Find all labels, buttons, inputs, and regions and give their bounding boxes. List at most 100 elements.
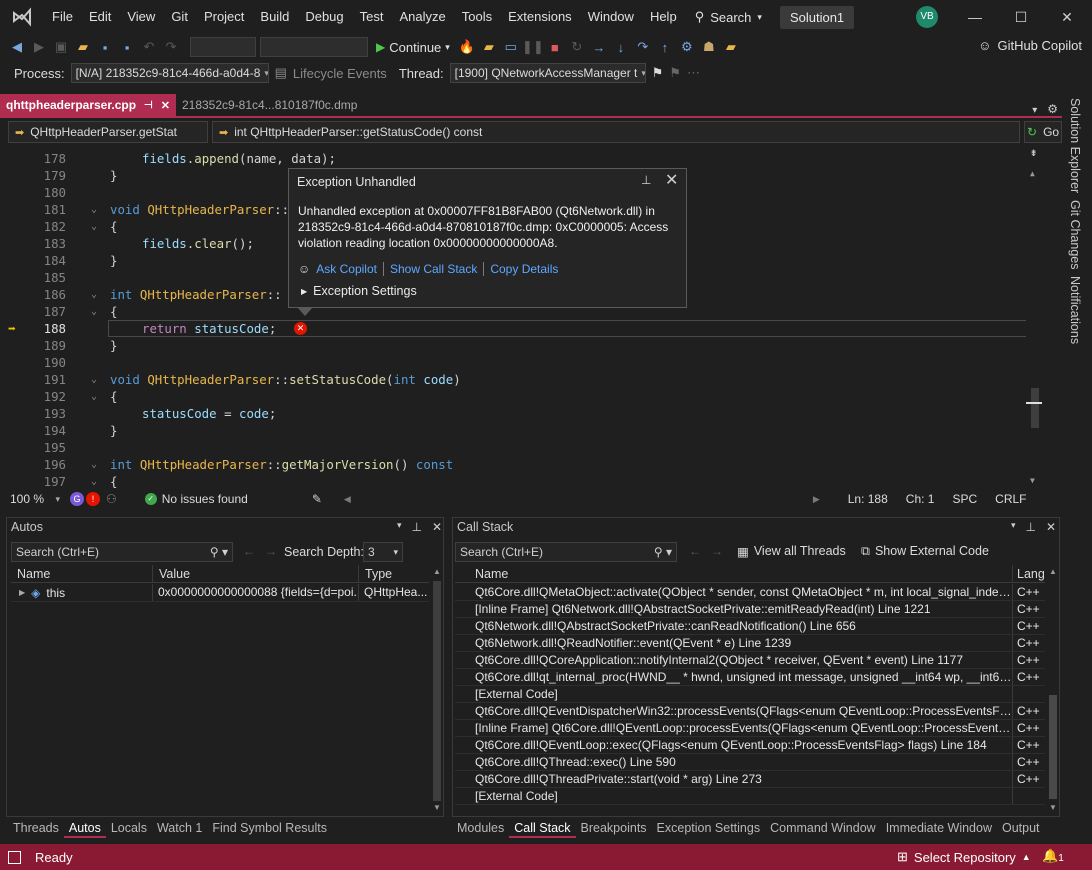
column-header-name[interactable]: Name [11, 565, 153, 582]
table-row[interactable]: Qt6Core.dll!qt_internal_proc(HWND__ * hw… [455, 669, 1045, 686]
tab-modules[interactable]: Modules [452, 818, 509, 838]
scroll-down-icon[interactable]: ▼ [1030, 476, 1035, 485]
minimize-button[interactable]: — [952, 0, 998, 34]
side-tab-solution-explorer[interactable]: Solution Explorer [1068, 98, 1082, 193]
configuration-combo[interactable] [190, 37, 256, 57]
table-row[interactable]: Qt6Core.dll!QMetaObject::activate(QObjec… [455, 584, 1045, 601]
tab-autos[interactable]: Autos [63, 818, 106, 838]
tab-immediate-window[interactable]: Immediate Window [881, 818, 997, 838]
step-out-icon[interactable]: ↑ [656, 38, 674, 56]
folder-icon[interactable]: ▰ [480, 38, 498, 56]
notifications-button[interactable]: 🔔 1 [1042, 848, 1064, 864]
split-icon[interactable]: ⇟ [1030, 145, 1037, 159]
show-next-statement-icon[interactable]: → [590, 38, 608, 56]
table-row[interactable]: ▶ ◈ this 0x0000000000000088 {fields={d=p… [11, 584, 429, 602]
fold-chevron-icon[interactable]: ⌄ [91, 221, 97, 232]
table-row[interactable]: [Inline Frame] Qt6Core.dll!QEventLoop::p… [455, 720, 1045, 737]
zoom-combo[interactable]: 100 % ▾ [6, 489, 64, 509]
member-combo[interactable]: ➡ int QHttpHeaderParser::getStatusCode()… [212, 121, 1020, 143]
flag-icon[interactable]: ⚑ [652, 65, 664, 81]
column-indicator[interactable]: Ch: 1 [906, 492, 935, 506]
tab-output[interactable]: Output [997, 818, 1045, 838]
gear-icon[interactable]: ⚙ [1047, 102, 1058, 116]
table-row[interactable]: Qt6Core.dll!QThread::exec() Line 590 C++ [455, 754, 1045, 771]
menu-analyze[interactable]: Analyze [391, 0, 453, 34]
code-cleanup-icon[interactable]: ✎ [312, 492, 322, 506]
fold-chevron-icon[interactable]: ⌄ [91, 289, 97, 300]
menu-debug[interactable]: Debug [297, 0, 351, 34]
menu-file[interactable]: File [44, 0, 81, 34]
save-all-icon[interactable]: ▪ [118, 38, 136, 56]
table-row[interactable]: Qt6Core.dll!QCoreApplication::notifyInte… [455, 652, 1045, 669]
github-copilot-button[interactable]: ☺ GitHub Copilot [978, 38, 1082, 53]
open-folder-icon[interactable]: ▰ [74, 38, 92, 56]
new-project-icon[interactable]: ▣ [52, 38, 70, 56]
tab-qhttpheaderparser[interactable]: qhttpheaderparser.cpp ⊣ ✕ [0, 94, 176, 116]
close-icon[interactable]: ✕ [1046, 520, 1056, 534]
autos-vertical-scrollbar[interactable]: ▲ ▼ [431, 565, 443, 815]
menu-window[interactable]: Window [580, 0, 642, 34]
solution-name[interactable]: Solution1 [779, 5, 855, 29]
callstack-search-input[interactable]: Search (Ctrl+E) ⚲ ▾ [455, 542, 677, 562]
tab-breakpoints[interactable]: Breakpoints [576, 818, 652, 838]
undo-icon[interactable]: ↶ [140, 38, 158, 56]
table-row[interactable]: [Inline Frame] Qt6Network.dll!QAbstractS… [455, 601, 1045, 618]
continue-button[interactable]: ▶ Continue ▾ [372, 40, 454, 55]
tab-threads[interactable]: Threads [8, 818, 64, 838]
error-status-icon[interactable]: ! [86, 492, 100, 506]
forward-icon[interactable]: ▶ [30, 38, 48, 56]
fold-chevron-icon[interactable]: ⌄ [91, 476, 97, 487]
column-header-lang[interactable]: Lang [1013, 565, 1045, 582]
column-header-type[interactable]: Type [359, 565, 429, 582]
table-row[interactable]: Qt6Core.dll!QThreadPrivate::start(void *… [455, 771, 1045, 788]
tab-list-dropdown-icon[interactable]: ▾ [1032, 105, 1037, 116]
search-forward-icon[interactable]: → [265, 544, 277, 558]
scroll-up-icon[interactable]: ▲ [1049, 567, 1057, 576]
pause-icon[interactable]: ❚❚ [522, 38, 544, 56]
scroll-up-icon[interactable]: ▲ [433, 567, 441, 576]
line-ending-indicator[interactable]: CRLF [995, 492, 1026, 506]
back-icon[interactable]: ◀ [8, 38, 26, 56]
menu-build[interactable]: Build [252, 0, 297, 34]
fold-chevron-icon[interactable]: ⌄ [91, 306, 97, 317]
pin-icon[interactable]: ⊥ [412, 520, 422, 534]
stack-frame-icon[interactable]: ⚑ [669, 65, 681, 81]
issues-status[interactable]: No issues found [162, 492, 248, 506]
thread-combo[interactable]: [1900] QNetworkAccessManager t ▾ [449, 63, 646, 83]
pin-icon[interactable]: ⊣ [144, 100, 153, 111]
fold-chevron-icon[interactable]: ⌄ [91, 459, 97, 470]
fold-chevron-icon[interactable]: ⌄ [91, 391, 97, 402]
search-forward-icon[interactable]: → [711, 544, 723, 558]
side-tab-notifications[interactable]: Notifications [1068, 276, 1082, 344]
step-over-icon[interactable]: ↷ [634, 38, 652, 56]
close-window-button[interactable]: ✕ [1044, 0, 1090, 34]
exception-settings-expander[interactable]: ▶ Exception Settings [301, 284, 417, 298]
show-external-code-button[interactable]: ⧉ Show External Code [861, 544, 989, 559]
close-icon[interactable]: ✕ [432, 520, 442, 534]
chevron-down-icon[interactable]: ▾ [397, 520, 402, 534]
whitespace-indicator[interactable]: SPC [952, 492, 977, 506]
select-repository-button[interactable]: ⊞ Select Repository ▲ [897, 849, 1031, 865]
menu-test[interactable]: Test [352, 0, 392, 34]
process-combo[interactable]: [N/A] 218352c9-81c4-466d-a0d4-8 ▾ [70, 63, 269, 83]
expand-icon[interactable]: ▶ [19, 588, 25, 597]
git-icon[interactable]: ⚇ [106, 492, 117, 506]
scroll-right-icon[interactable]: ▶ [813, 494, 820, 505]
autos-search-input[interactable]: Search (Ctrl+E) ⚲ ▾ [11, 542, 233, 562]
restart-icon[interactable]: ↻ [568, 38, 586, 56]
table-row[interactable]: Qt6Network.dll!QAbstractSocketPrivate::c… [455, 618, 1045, 635]
copilot-status-icon[interactable]: G [70, 492, 84, 506]
view-all-threads-button[interactable]: ▦ View all Threads [737, 544, 846, 559]
menu-git[interactable]: Git [163, 0, 196, 34]
redo-icon[interactable]: ↷ [162, 38, 180, 56]
table-row[interactable]: Qt6Core.dll!QEventLoop::exec(QFlags<enum… [455, 737, 1045, 754]
chevron-down-icon[interactable]: ▾ [1011, 520, 1016, 534]
tab-locals[interactable]: Locals [106, 818, 152, 838]
scroll-left-icon[interactable]: ◀ [344, 494, 351, 505]
tab-command-window[interactable]: Command Window [765, 818, 881, 838]
table-row[interactable]: [External Code] [455, 686, 1045, 703]
scroll-down-icon[interactable]: ▼ [1049, 803, 1057, 812]
column-header-value[interactable]: Value [153, 565, 359, 582]
show-call-stack-link[interactable]: Show Call Stack [390, 262, 477, 276]
step-into-icon[interactable]: ↓ [612, 38, 630, 56]
